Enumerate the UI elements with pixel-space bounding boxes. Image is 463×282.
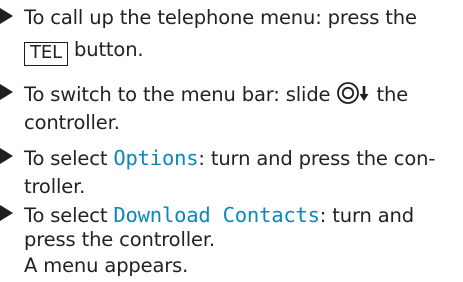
bullet-arrow-icon [0,205,13,221]
step-2-text-after: the [370,83,409,106]
step-2-text: To switch to the menu bar: slide [24,83,337,106]
bullet-arrow-icon [0,148,13,164]
step-2-text-cont: controller. [24,111,120,134]
step-4-result: A menu appears. [24,253,188,279]
menu-item-download-contacts: Download Contacts [113,203,320,227]
step-4-result-text: A menu appears. [24,254,189,277]
step-2-line-1: To switch to the menu bar: slide the [24,81,408,107]
tel-key-label: TEL [24,42,68,66]
step-1-line-2: TEL button. [24,37,144,66]
controller-slide-down-icon [337,82,369,104]
step-4-text-cont: press the controller. [24,228,215,251]
step-3-text-after: : turn and press the con- [198,147,436,170]
menu-item-options: Options [113,146,199,170]
bullet-arrow-icon [0,8,13,24]
bullet-arrow-icon [0,84,13,100]
step-1-text-after: button. [67,38,144,61]
step-3-line-2: troller. [24,174,85,200]
step-3-text-cont: troller. [24,175,86,198]
step-4-text: To select [24,204,114,227]
step-3-text: To select [24,147,114,170]
step-4-text-after: : turn and [319,204,414,227]
instruction-page: To call up the telephone menu: press the… [0,0,463,282]
step-3-line-1: To select Options: turn and press the co… [24,145,435,171]
step-1-line-1: To call up the telephone menu: press the [24,5,417,31]
step-2-line-2: controller. [24,110,120,136]
step-1-text: To call up the telephone menu: press the [24,6,417,29]
step-4-line-2: press the controller. [24,227,215,253]
step-4-line-1: To select Download Contacts: turn and [24,202,414,228]
